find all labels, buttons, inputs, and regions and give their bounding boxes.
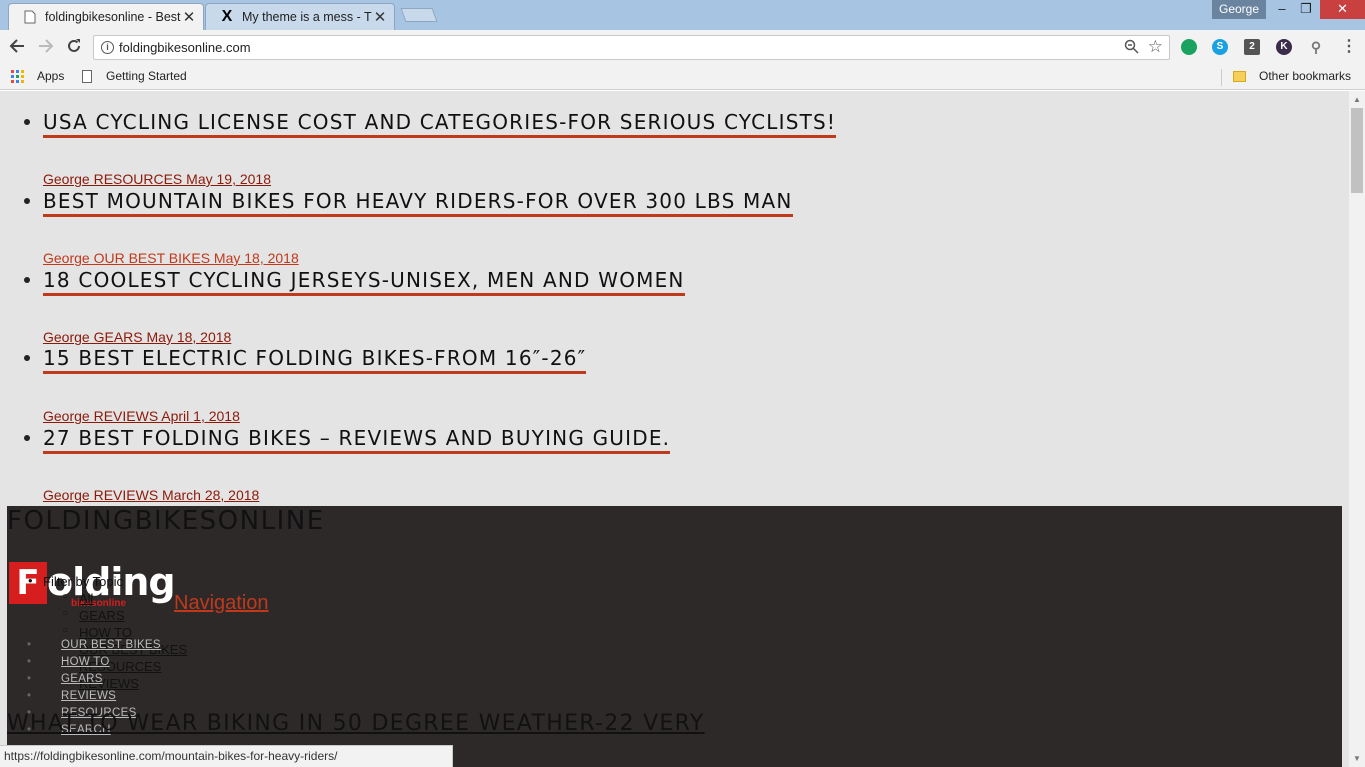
navigation-link[interactable]: Navigation	[174, 592, 269, 615]
minimize-button[interactable]: –	[1269, 0, 1295, 19]
post-meta-link[interactable]: George OUR BEST BIKES May 18, 2018	[43, 250, 299, 266]
post-title-link[interactable]: WHAT TO WEAR BIKING IN 50 DEGREE WEATHER…	[7, 711, 705, 736]
post-title-link[interactable]: 27 BEST FOLDING BIKES – REVIEWS AND BUYI…	[43, 425, 671, 454]
page-icon	[82, 69, 92, 83]
bookmark-label: Apps	[37, 69, 65, 83]
star-icon[interactable]: ☆	[1148, 37, 1163, 57]
new-tab-button[interactable]	[400, 8, 438, 22]
apps-icon	[11, 69, 24, 83]
forward-icon[interactable]	[36, 37, 56, 57]
menu-item-gears[interactable]: GEARS	[27, 673, 103, 685]
menu-icon[interactable]: ⋮	[1339, 37, 1359, 57]
post-meta-link[interactable]: George REVIEWS April 1, 2018	[43, 408, 240, 424]
restore-button[interactable]: ❐	[1293, 0, 1319, 19]
close-icon[interactable]: ✕	[181, 8, 197, 26]
tab-foldingbikesonline[interactable]: foldingbikesonline - Best ✕	[8, 3, 204, 30]
bookmark-getting-started[interactable]: Getting Started	[82, 69, 187, 83]
bullet	[24, 198, 30, 204]
menu-item-how-to[interactable]: HOW TO	[27, 656, 110, 668]
tab-strip: foldingbikesonline - Best ✕ X My theme i…	[0, 0, 1365, 30]
filter-item-how-to[interactable]: HOW TO	[62, 625, 132, 640]
scrollbar-thumb[interactable]	[1351, 108, 1363, 193]
post-meta-link[interactable]: George RESOURCES May 19, 2018	[43, 171, 271, 187]
hangouts-icon[interactable]	[1181, 39, 1197, 55]
divider	[1221, 69, 1222, 86]
badge-2-icon[interactable]: 2	[1244, 39, 1260, 55]
bookmark-apps[interactable]: Apps	[11, 69, 64, 83]
post-title-link[interactable]: 15 BEST ELECTRIC FOLDING BIKES-FROM 16″-…	[43, 345, 587, 374]
browser-toolbar: i foldingbikesonline.com ☆ S 2 K ⚲ ⋮	[0, 30, 1365, 65]
scrollbar[interactable]: ▲ ▼	[1349, 91, 1365, 767]
filter-label: Filter by Topic	[28, 573, 123, 589]
close-icon[interactable]: ✕	[372, 8, 388, 26]
post-title-link[interactable]: USA CYCLING LICENSE COST AND CATEGORIES-…	[43, 109, 837, 138]
skype-icon[interactable]: S	[1212, 39, 1228, 55]
zoom-icon[interactable]	[1124, 39, 1139, 57]
post-title-link[interactable]: 18 COOLEST CYCLING JERSEYS-UNISEX, MEN A…	[43, 267, 685, 296]
menu-item-reviews[interactable]: REVIEWS	[27, 690, 116, 702]
menu-item-our-best-bikes[interactable]: OUR BEST BIKES	[27, 639, 161, 651]
url-text[interactable]: foldingbikesonline.com	[119, 40, 251, 55]
k-extension-icon[interactable]: K	[1276, 39, 1292, 55]
page-content: USA CYCLING LICENSE COST AND CATEGORIES-…	[0, 91, 1349, 767]
profile-button[interactable]: George	[1212, 0, 1266, 19]
window-close-button[interactable]: ✕	[1320, 0, 1365, 19]
bullet	[24, 119, 30, 125]
bike-extension-icon[interactable]: ⚲	[1308, 39, 1324, 55]
tab-title: My theme is a mess - The	[242, 10, 372, 24]
bookmark-label: Getting Started	[106, 69, 187, 83]
bookmark-other[interactable]: Other bookmarks	[1233, 69, 1351, 83]
x-logo-icon: X	[221, 8, 233, 25]
filter-item-gears[interactable]: GEARS	[62, 608, 124, 623]
bookmark-label: Other bookmarks	[1259, 69, 1352, 83]
post-meta-link[interactable]: George GEARS May 18, 2018	[43, 329, 231, 345]
bullet	[24, 435, 30, 441]
bullet	[24, 355, 30, 361]
post-title-link[interactable]: BEST MOUNTAIN BIKES FOR HEAVY RIDERS-FOR…	[43, 188, 793, 217]
address-bar[interactable]: i foldingbikesonline.com ☆	[93, 35, 1170, 60]
reload-icon[interactable]	[64, 37, 84, 57]
site-header-dark: FOLDINGBIKESONLINE F olding bikesonline …	[7, 506, 1342, 767]
bullet	[24, 277, 30, 283]
scroll-down-icon[interactable]: ▼	[1353, 754, 1361, 763]
scroll-up-icon[interactable]: ▲	[1353, 95, 1361, 104]
filter-item-all[interactable]: All	[61, 591, 93, 606]
page-icon	[23, 10, 37, 24]
folder-icon	[1233, 70, 1246, 82]
tab-title: foldingbikesonline - Best	[45, 10, 181, 24]
site-name[interactable]: FOLDINGBIKESONLINE	[7, 506, 325, 536]
status-bar: https://foldingbikesonline.com/mountain-…	[0, 745, 453, 767]
tab-theme-mess[interactable]: X My theme is a mess - The ✕	[205, 3, 395, 30]
post-meta-link[interactable]: George REVIEWS March 28, 2018	[43, 487, 259, 503]
bookmarks-bar: Apps Getting Started Other bookmarks	[0, 65, 1365, 90]
info-icon[interactable]: i	[101, 41, 114, 54]
back-icon[interactable]	[7, 37, 27, 57]
